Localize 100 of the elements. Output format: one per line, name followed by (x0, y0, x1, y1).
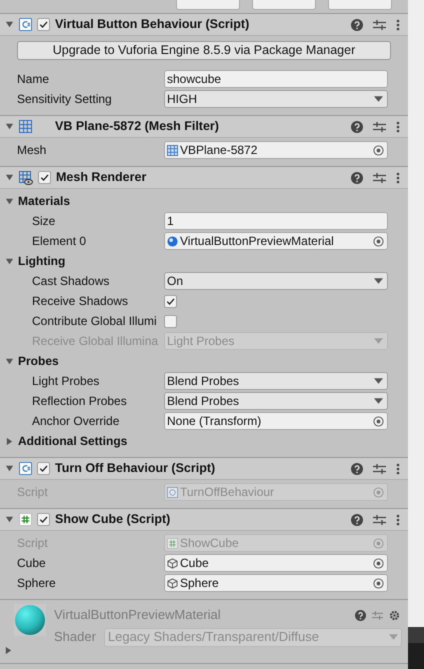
sphere-icon (167, 236, 178, 246)
script-icon (19, 462, 32, 475)
field-label: Name (17, 71, 50, 88)
expanded-arrow-icon[interactable] (5, 196, 14, 206)
expanded-arrow-icon[interactable] (5, 356, 14, 366)
component-header[interactable]: Mesh Renderer (0, 167, 408, 189)
script-icon (167, 486, 178, 498)
dropdown[interactable]: Blend Probes (164, 372, 388, 390)
scale-field[interactable] (252, 0, 316, 10)
component-header[interactable]: Virtual Button Behaviour (Script) (0, 14, 408, 36)
sliders-icon[interactable] (373, 120, 386, 132)
help-icon[interactable] (351, 172, 363, 184)
dropdown-arrow-icon (389, 634, 398, 640)
expanded-arrow-icon[interactable] (5, 122, 14, 131)
expanded-arrow-icon[interactable] (5, 256, 14, 266)
field-label: Anchor Override (32, 413, 120, 430)
help-icon[interactable] (351, 514, 363, 526)
field-label: Reflection Probes (32, 393, 128, 410)
dropdown-arrow-icon (374, 338, 383, 344)
checkbox[interactable] (37, 513, 50, 526)
expanded-arrow-icon[interactable] (5, 20, 14, 29)
object-field[interactable]: None (Transform) (164, 412, 388, 430)
object-picker-icon[interactable] (373, 144, 384, 156)
more-icon[interactable] (396, 462, 400, 474)
object-picker-icon[interactable] (373, 236, 384, 246)
checkbox[interactable] (37, 18, 50, 31)
more-icon[interactable] (396, 18, 400, 30)
sliders-icon[interactable] (373, 172, 386, 184)
help-icon[interactable] (355, 610, 366, 620)
sliders-icon[interactable] (373, 462, 386, 474)
more-icon[interactable] (396, 120, 400, 132)
checkbox[interactable] (164, 314, 177, 328)
scale-field[interactable] (176, 0, 240, 10)
section-label[interactable]: Materials (18, 192, 70, 210)
component-title: VB Plane-5872 (Mesh Filter) (55, 118, 220, 136)
dropdown-arrow-icon (374, 96, 383, 102)
section-label[interactable]: Probes (18, 352, 59, 370)
dropdown[interactable]: On (164, 272, 388, 290)
field-label: Script (17, 535, 49, 552)
field-label: Contribute Global Illumi (32, 313, 158, 330)
scale-field[interactable] (328, 0, 392, 10)
object-picker-icon[interactable] (373, 416, 384, 426)
sliders-icon[interactable] (372, 610, 383, 620)
expanded-arrow-icon[interactable] (5, 173, 14, 182)
object-field[interactable]: VirtualButtonPreviewMaterial (164, 232, 388, 250)
section-label[interactable]: Additional Settings (18, 432, 128, 450)
component-header[interactable]: VB Plane-5872 (Mesh Filter) (0, 116, 408, 138)
checkbox[interactable] (38, 171, 51, 184)
object-field[interactable]: Cube (164, 554, 388, 572)
sliders-icon[interactable] (373, 514, 386, 526)
component-header[interactable]: Turn Off Behaviour (Script) (0, 458, 408, 480)
upgrade-button[interactable]: Upgrade to Vuforia Engine 8.5.9 via Package Manager (17, 41, 391, 60)
field-label: Element 0 (32, 233, 88, 250)
section-label[interactable]: Lighting (18, 252, 66, 270)
grid-eye-icon (19, 170, 33, 184)
object-picker-icon[interactable] (373, 578, 384, 588)
window-edge (408, 627, 424, 669)
collapsed-arrow-icon[interactable] (5, 436, 14, 446)
help-icon[interactable] (351, 120, 363, 132)
field-label: Size (32, 213, 56, 230)
expanded-arrow-icon[interactable] (5, 464, 14, 473)
component-header[interactable]: Show Cube (Script) (0, 509, 408, 531)
component-title: Turn Off Behaviour (Script) (55, 460, 216, 478)
more-icon[interactable] (396, 172, 400, 184)
settings-icon[interactable] (389, 610, 400, 620)
dropdown-arrow-icon (374, 378, 383, 384)
field-label: Mesh (17, 142, 48, 159)
text-field[interactable]: 1 (164, 212, 388, 230)
field-label: Receive Global Illumina (32, 333, 160, 350)
cube-icon (167, 578, 178, 588)
field-label: Receive Shadows (32, 293, 130, 310)
field-label: Sensitivity Setting (17, 91, 113, 108)
grid-icon (167, 144, 178, 156)
component-title: Show Cube (Script) (55, 511, 172, 528)
hash-icon (167, 538, 178, 548)
component-title: Virtual Button Behaviour (Script) (55, 16, 250, 34)
field-label: Sphere (17, 575, 57, 592)
more-icon[interactable] (396, 514, 400, 526)
expanded-arrow-icon[interactable] (5, 515, 14, 524)
object-field[interactable]: VBPlane-5872 (164, 141, 388, 159)
checkbox[interactable] (164, 294, 177, 308)
text-field[interactable]: showcube (164, 70, 388, 88)
grid-icon (19, 120, 32, 133)
component-title: Mesh Renderer (56, 169, 148, 186)
collapsed-arrow-icon[interactable] (4, 646, 13, 655)
sliders-icon[interactable] (373, 18, 386, 30)
help-icon[interactable] (351, 18, 363, 30)
field-label: Cube (17, 555, 47, 572)
dropdown-arrow-icon (374, 398, 383, 404)
object-picker-icon[interactable] (373, 558, 384, 568)
field-label: Script (17, 484, 49, 501)
object-field[interactable]: Sphere (164, 574, 388, 592)
dropdown[interactable]: Blend Probes (164, 392, 388, 410)
checkbox[interactable] (37, 462, 50, 475)
field-label: Cast Shadows (32, 273, 110, 290)
cube-icon (167, 558, 178, 568)
shader-label: Shader (54, 628, 96, 646)
dropdown[interactable]: HIGH (164, 90, 388, 108)
help-icon[interactable] (351, 462, 363, 474)
field-label: Light Probes (32, 373, 100, 390)
